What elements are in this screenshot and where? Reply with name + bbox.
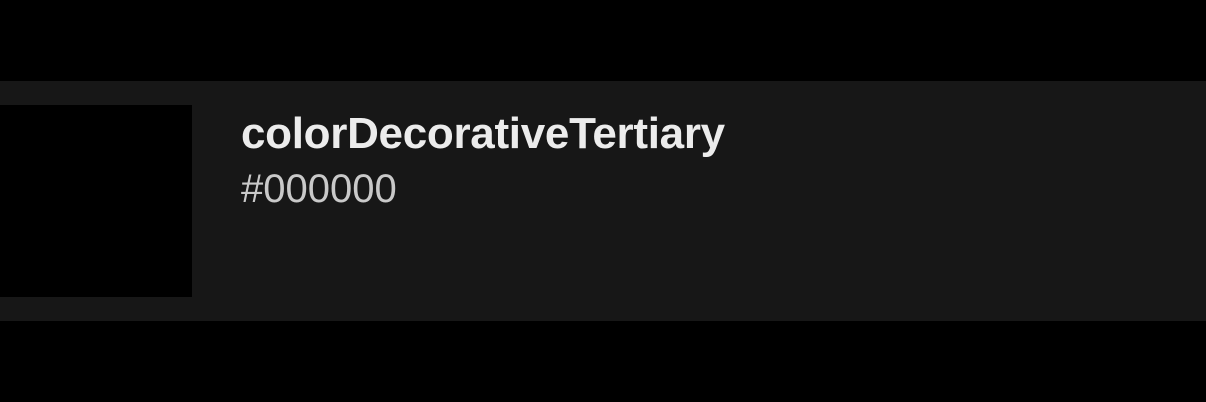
- color-swatch: [0, 105, 192, 297]
- token-hex-value: #000000: [241, 167, 397, 211]
- color-token-row: colorDecorativeTertiary #000000: [0, 81, 1206, 321]
- token-name: colorDecorativeTertiary: [241, 109, 725, 158]
